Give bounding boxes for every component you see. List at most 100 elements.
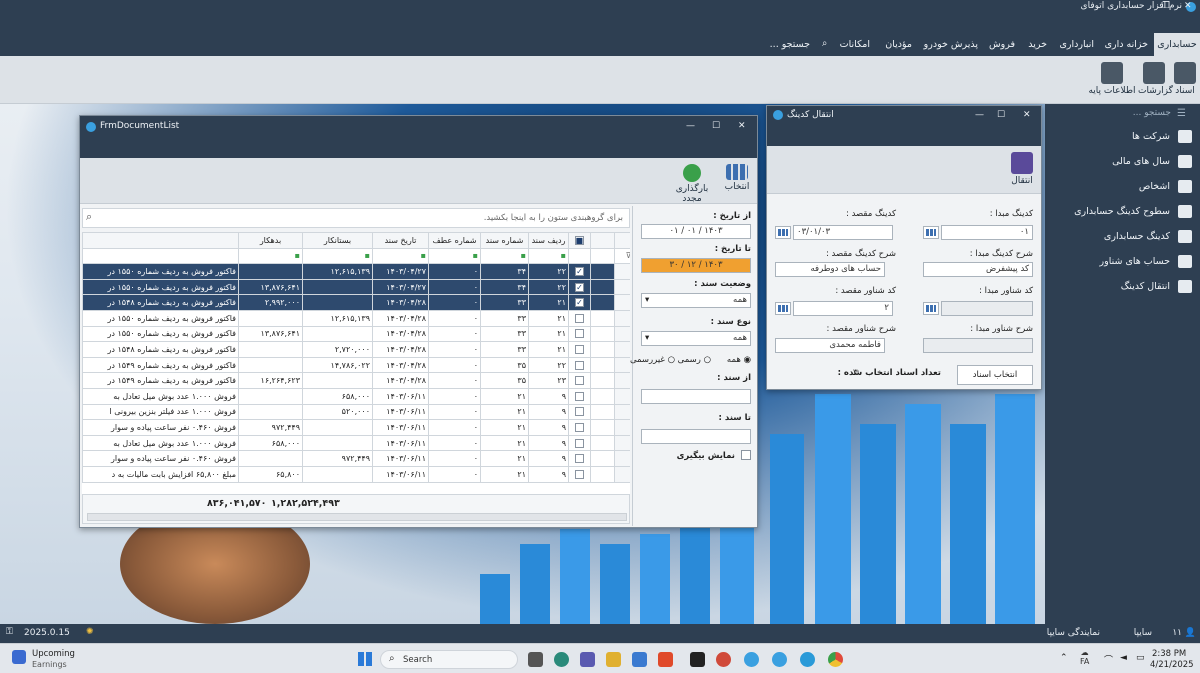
doc-no-cell[interactable]: ۳۳ [480,294,529,311]
row-no-cell[interactable]: ۹ [528,434,569,452]
debit-cell[interactable]: ۱۳,۸۷۶,۶۴۱ [238,278,303,296]
menu-item-treasury[interactable]: خزانه داری [1105,39,1148,50]
maximize-icon[interactable]: ☐ [997,110,1005,120]
nav-item-coding[interactable]: کدینگ حسابداری [1104,231,1170,242]
header-atf-no[interactable]: شماره عطف [428,232,481,249]
dst-float-field[interactable]: ۲ [793,301,893,316]
radio-official[interactable]: ○ رسمی [678,355,711,365]
row-arrow-cell[interactable] [590,341,615,358]
debit-cell[interactable] [238,387,303,405]
dst-float-picker-icon[interactable] [775,302,791,315]
autofay-icon[interactable] [744,652,759,667]
debit-cell[interactable]: ۶۵۸,۰۰۰ [238,434,303,452]
row-number-cell[interactable]: ۷ [614,356,630,374]
doc-no-cell[interactable]: ۳۴ [480,263,529,280]
menu-item-search[interactable]: جستجو ... [770,39,810,50]
row-checkbox-cell[interactable] [568,309,591,327]
row-checkbox[interactable] [575,469,584,479]
row-checkbox-cell[interactable]: ✓ [568,294,591,311]
doc-no-cell[interactable]: ۲۱ [480,434,529,452]
filter-cell[interactable] [590,247,615,265]
row-arrow-cell[interactable] [590,419,615,436]
description-cell[interactable]: فاکتور فروش به ردیف شماره ۱۵۴۹ در [82,372,239,389]
doc-date-cell[interactable]: ۱۴۰۳/۰۶/۱۱ [372,465,429,483]
doc-date-cell[interactable]: ۱۴۰۳/۰۴/۲۸ [372,325,429,343]
weather-icon[interactable] [12,650,26,664]
credit-cell[interactable] [302,278,373,296]
row-checkbox-cell[interactable] [568,403,591,421]
header-row-no[interactable]: ردیف سند [528,232,569,249]
description-cell[interactable]: فاکتور فروش به ردیف شماره ۱۵۵۰ در [82,263,239,280]
row-no-cell[interactable]: ۲۲ [528,356,569,374]
table-row[interactable]: ۴ ۲۱۳۳۰۱۴۰۳/۰۴/۲۸۱۲,۶۱۵,۱۳۹ فاکتور فروش به… [82,309,630,327]
row-arrow-cell[interactable] [590,325,615,343]
doc-no-cell[interactable]: ۲۱ [480,465,529,483]
doc-date-cell[interactable]: ۱۴۰۳/۰۴/۲۷ [372,263,429,280]
row-arrow-cell[interactable] [590,450,615,467]
debit-cell[interactable] [238,263,303,280]
row-arrow-cell[interactable] [590,356,615,374]
doc-date-cell[interactable]: ۱۴۰۳/۰۶/۱۱ [372,403,429,421]
select-all-checkbox[interactable]: ■ [575,235,584,245]
credit-cell[interactable]: ۹۷۲,۴۴۹ [302,450,373,467]
office-icon[interactable] [658,652,673,667]
menu-item-inventory[interactable]: انبارداری [1059,39,1094,50]
task-view-icon[interactable] [528,652,543,667]
to-doc-field[interactable] [641,429,751,444]
search-icon[interactable]: ⌕ [822,38,827,49]
doc-no-cell[interactable]: ۲۱ [480,403,529,421]
atf-no-cell[interactable]: ۰ [428,356,481,374]
row-checkbox[interactable]: ✓ [575,266,584,276]
description-cell[interactable]: مبلغ ۶۵,۸۰۰ افزایش بابت مالیات به د [82,465,239,483]
debit-cell[interactable]: ۱۳,۸۷۶,۶۴۱ [238,325,303,343]
doc-date-cell[interactable]: ۱۴۰۳/۰۴/۲۷ [372,278,429,296]
src-float-picker-icon[interactable] [923,302,939,315]
filter-cell[interactable]: ▪ [238,247,303,265]
select-documents-button[interactable]: انتخاب اسناد [957,365,1033,385]
doc-date-cell[interactable]: ۱۴۰۳/۰۴/۲۸ [372,341,429,358]
description-cell[interactable]: فروش ۱.۰۰۰ عدد فیلتر بنزین بیرونی ا [82,403,239,421]
row-no-cell[interactable]: ۲۱ [528,294,569,311]
dst-code-picker-icon[interactable] [775,226,791,239]
row-checkbox-cell[interactable] [568,387,591,405]
doc-no-cell[interactable]: ۳۳ [480,309,529,327]
transfer-button[interactable]: انتقال [1005,152,1039,186]
doc-date-cell[interactable]: ۱۴۰۳/۰۶/۱۱ [372,387,429,405]
atf-no-cell[interactable]: ۰ [428,294,481,311]
row-no-cell[interactable]: ۹ [528,387,569,405]
header-description[interactable] [82,232,239,249]
doc-date-cell[interactable]: ۱۴۰۳/۰۴/۲۸ [372,309,429,327]
header-doc-date[interactable]: تاریخ سند [372,232,429,249]
radio-unofficial[interactable]: ○ غیررسمی [630,355,675,365]
atf-no-cell[interactable]: ۰ [428,278,481,296]
row-checkbox-cell[interactable]: ✓ [568,263,591,280]
reload-button[interactable]: بارگذاری مجدد [666,164,718,204]
ribbon-base-info[interactable]: اطلاعات پایه [1088,62,1136,96]
row-arrow-cell[interactable] [590,263,615,280]
credit-cell[interactable]: ۱۲,۶۱۵,۱۳۹ [302,309,373,327]
app-icon[interactable] [716,652,731,667]
row-checkbox-cell[interactable] [568,465,591,483]
doc-no-cell[interactable]: ۲۱ [480,419,529,436]
nav-item-coding-transfer[interactable]: انتقال کدینگ [1121,281,1170,292]
row-number-cell[interactable]: ۱ [614,263,630,280]
terminal-icon[interactable] [690,652,705,667]
row-arrow-cell[interactable] [590,434,615,452]
row-number-cell[interactable]: ۲ [614,278,630,296]
row-number-cell[interactable]: ۴ [614,309,630,327]
debit-cell[interactable]: ۱۶,۲۶۴,۶۲۳ [238,372,303,389]
row-number-cell[interactable]: ۱۳ [614,450,630,467]
filter-cell[interactable]: ▪ [528,247,569,265]
ribbon-documents[interactable]: اسناد [1170,62,1200,96]
store-icon[interactable] [632,652,647,667]
credit-cell[interactable] [302,294,373,311]
radio-all[interactable]: ◉ همه [727,355,751,365]
row-arrow-cell[interactable] [590,278,615,296]
table-row[interactable]: ۸ ۲۳۳۵۰۱۴۰۳/۰۴/۲۸ ۱۶,۲۶۴,۶۲۳فاکتور فروش به… [82,372,630,389]
row-number-cell[interactable]: ۱۰ [614,403,630,421]
atf-no-cell[interactable]: ۰ [428,403,481,421]
table-row[interactable]: ۹۹۲۱۰۱۴۰۳/۰۶/۱۱۶۵۸,۰۰۰فروش ۱.۰۰۰ عدد بوش… [82,387,630,405]
filter-cell[interactable] [82,247,239,265]
minimize-icon[interactable]: — [975,110,984,120]
debit-cell[interactable] [238,356,303,374]
